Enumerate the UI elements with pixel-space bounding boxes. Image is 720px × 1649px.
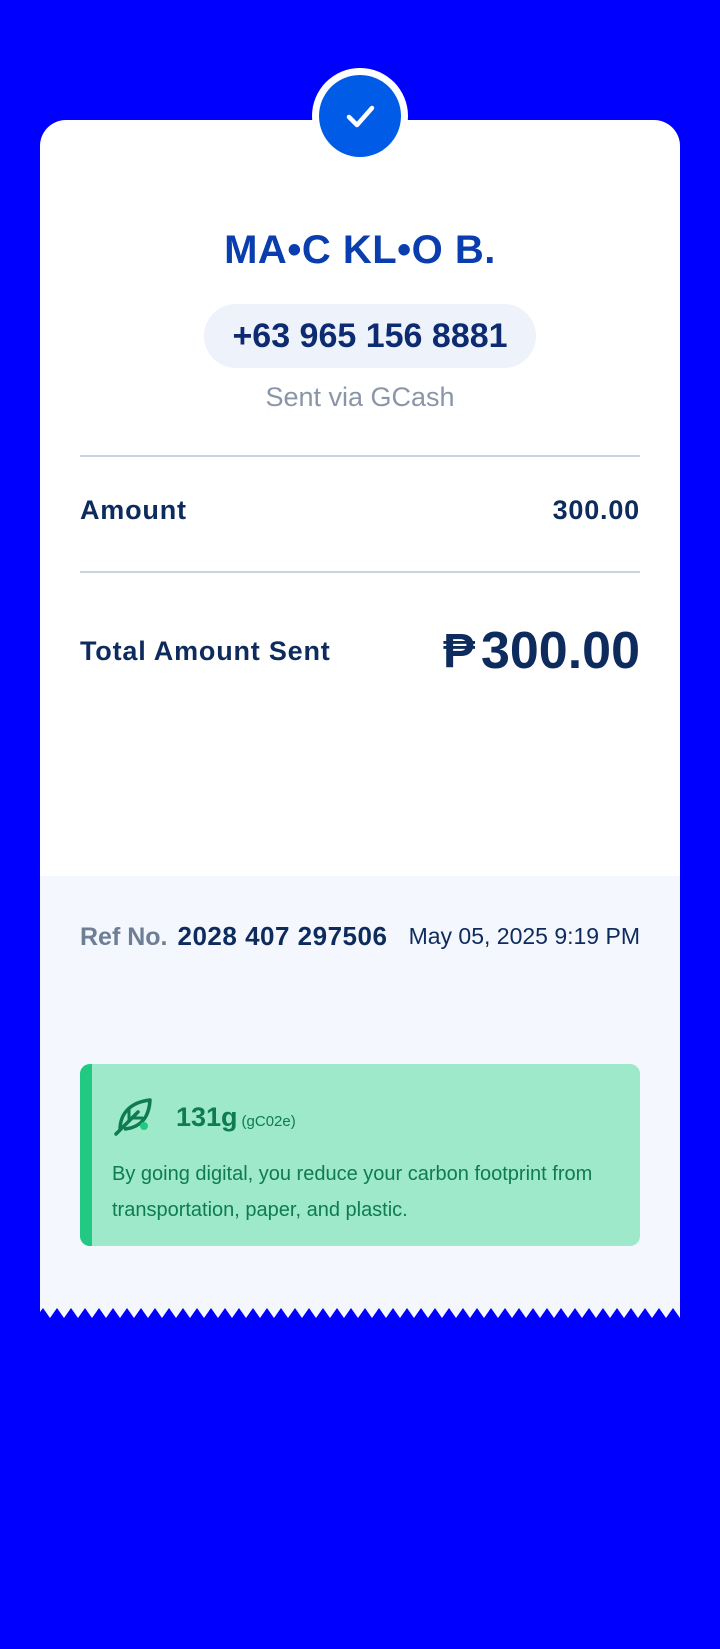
total-value: 300.00: [480, 622, 640, 680]
recipient-name: MA•C KL•O B.: [224, 228, 496, 272]
amount-label: Amount: [80, 494, 187, 525]
carbon-footprint-card: 131g (gC02e) By going digital, you reduce…: [80, 1064, 640, 1246]
divider: [80, 571, 640, 573]
screen: MA•C KL•O B. +63 965 156 8881 Sent via G…: [0, 0, 720, 1649]
carbon-unit: (gC02e): [241, 1113, 296, 1130]
receipt-card: MA•C KL•O B. +63 965 156 8881 Sent via G…: [40, 68, 680, 1324]
carbon-amount: 131g (gC02e): [176, 1102, 296, 1133]
amount-value: 300.00: [552, 494, 640, 525]
reference-row: Ref No. 2028 407 297506 May 05, 2025 9:1…: [80, 916, 640, 956]
success-badge: [312, 68, 408, 164]
receipt-torn-edge: [40, 1306, 680, 1318]
recipient-phone: +63 965 156 8881: [204, 304, 536, 368]
receipt-details: Ref No. 2028 407 297506 May 05, 2025 9:1…: [40, 876, 680, 1306]
amount-row: Amount 300.00: [80, 490, 640, 530]
total-row: Total Amount Sent ₱ 300.00: [80, 616, 640, 686]
ref-label: Ref No.: [80, 922, 168, 951]
total-label: Total Amount Sent: [80, 635, 331, 666]
leaf-icon: [114, 1098, 152, 1136]
receipt-summary: MA•C KL•O B. +63 965 156 8881 Sent via G…: [40, 68, 680, 876]
divider: [80, 455, 640, 457]
checkmark-icon: [319, 75, 401, 157]
reference-block: Ref No. 2028 407 297506: [80, 921, 387, 952]
peso-sign: ₱: [442, 624, 475, 678]
sent-via-label: Sent via GCash: [265, 382, 455, 412]
ref-number[interactable]: 2028 407 297506: [178, 921, 388, 952]
total-amount: ₱ 300.00: [443, 621, 640, 681]
eco-accent-bar: [80, 1064, 92, 1246]
carbon-message: By going digital, you reduce your carbon…: [112, 1163, 593, 1221]
transaction-datetime: May 05, 2025 9:19 PM: [408, 922, 640, 949]
carbon-value: 131g: [176, 1102, 238, 1132]
